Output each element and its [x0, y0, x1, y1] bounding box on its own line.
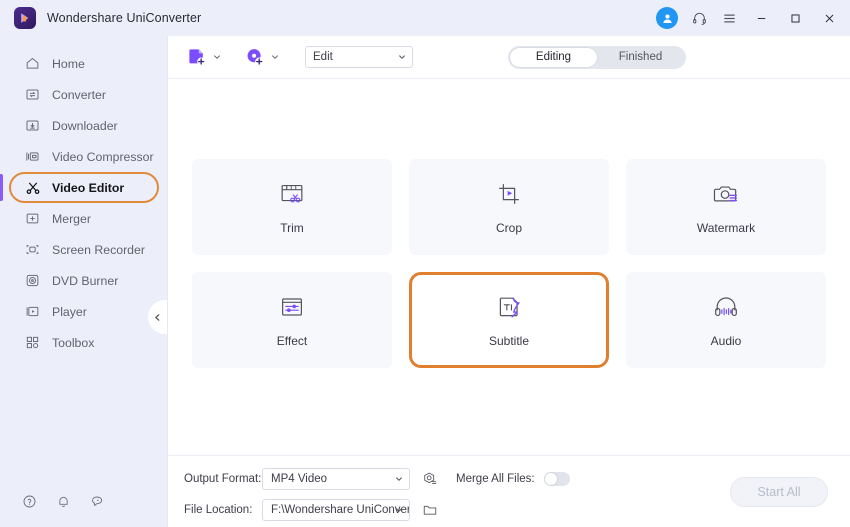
tool-card-crop[interactable]: Crop — [409, 159, 609, 255]
folder-icon[interactable] — [418, 499, 442, 521]
tool-card-grid: Trim Crop — [192, 159, 826, 368]
subtitle-icon — [493, 291, 525, 323]
editing-finished-toggle: Editing Finished — [508, 46, 686, 69]
sidebar-item-label: Merger — [52, 212, 91, 226]
mode-select-value: Edit — [313, 51, 333, 63]
add-from-device-button[interactable] — [242, 44, 282, 70]
tool-card-trim[interactable]: Trim — [192, 159, 392, 255]
audio-icon — [710, 291, 742, 323]
editor-toolbar: Edit Editing Finished — [168, 36, 850, 79]
help-icon[interactable] — [22, 494, 37, 514]
video-compressor-icon — [24, 148, 41, 165]
active-indicator-bar — [0, 174, 3, 201]
converter-icon — [24, 86, 41, 103]
tool-card-audio[interactable]: Audio — [626, 272, 826, 368]
sidebar-item-label: Toolbox — [52, 336, 94, 350]
chevron-down-icon — [395, 506, 403, 514]
sidebar: Home Converter — [0, 36, 167, 527]
account-avatar-icon[interactable] — [654, 0, 684, 36]
add-from-device-icon — [242, 44, 268, 70]
tab-editing[interactable]: Editing — [510, 48, 597, 67]
chevron-down-icon[interactable] — [268, 47, 282, 67]
tool-card-label: Audio — [711, 334, 742, 348]
notification-bell-icon[interactable] — [56, 494, 71, 514]
watermark-icon — [710, 178, 742, 210]
chevron-down-icon[interactable] — [210, 47, 224, 67]
sidebar-nav: Home Converter — [0, 48, 167, 358]
screen-recorder-icon — [24, 241, 41, 258]
player-icon — [24, 303, 41, 320]
sidebar-item-label: DVD Burner — [52, 274, 118, 288]
window-controls — [654, 0, 850, 36]
file-location-value: F:\Wondershare UniConverter — [271, 504, 410, 516]
sidebar-footer — [0, 481, 167, 527]
main-content: Edit Editing Finished — [167, 36, 850, 527]
feedback-icon[interactable] — [90, 494, 105, 514]
sidebar-item-label: Video Compressor — [52, 150, 154, 164]
tool-card-label: Subtitle — [489, 334, 529, 348]
close-icon[interactable] — [812, 0, 846, 36]
sidebar-item-label: Home — [52, 57, 85, 71]
toggle-knob — [545, 473, 557, 485]
tool-card-label: Crop — [496, 221, 522, 235]
tool-card-label: Watermark — [697, 221, 755, 235]
scissors-icon — [24, 179, 41, 196]
chevron-down-icon — [395, 475, 403, 483]
add-file-icon — [184, 44, 210, 70]
output-format-value: MP4 Video — [271, 473, 327, 485]
app-logo-icon — [14, 7, 36, 29]
sidebar-item-merger[interactable]: Merger — [0, 203, 167, 234]
add-files-button[interactable] — [184, 44, 224, 70]
maximize-icon[interactable] — [778, 0, 812, 36]
format-settings-icon[interactable] — [418, 468, 442, 490]
start-all-button[interactable]: Start All — [730, 477, 828, 507]
sidebar-item-home[interactable]: Home — [0, 48, 167, 79]
mode-select[interactable]: Edit — [305, 46, 413, 68]
sidebar-item-player[interactable]: Player — [0, 296, 167, 327]
sidebar-item-label: Video Editor — [52, 181, 124, 195]
sidebar-item-label: Downloader — [52, 119, 118, 133]
uniconverter-window: Wondershare UniConverter — [0, 0, 850, 527]
sidebar-item-converter[interactable]: Converter — [0, 79, 167, 110]
sidebar-item-downloader[interactable]: Downloader — [0, 110, 167, 141]
dvd-burner-icon — [24, 272, 41, 289]
tool-card-label: Effect — [277, 334, 307, 348]
home-icon — [24, 55, 41, 72]
output-format-label: Output Format: — [184, 473, 262, 485]
sidebar-item-label: Converter — [52, 88, 106, 102]
tool-card-area: Trim Crop — [168, 79, 850, 455]
merge-all-files-label: Merge All Files: — [456, 473, 535, 485]
effect-icon — [276, 291, 308, 323]
output-format-select[interactable]: MP4 Video — [262, 468, 410, 490]
trim-icon — [276, 178, 308, 210]
chevron-down-icon — [398, 53, 406, 61]
file-location-label: File Location: — [184, 504, 262, 516]
file-location-select[interactable]: F:\Wondershare UniConverter — [262, 499, 410, 521]
window-body: Home Converter — [0, 36, 850, 527]
merger-icon — [24, 210, 41, 227]
sidebar-item-video-editor[interactable]: Video Editor — [0, 172, 167, 203]
sidebar-item-toolbox[interactable]: Toolbox — [0, 327, 167, 358]
tab-finished[interactable]: Finished — [597, 48, 684, 67]
hamburger-menu-icon[interactable] — [714, 0, 744, 36]
sidebar-item-video-compressor[interactable]: Video Compressor — [0, 141, 167, 172]
sidebar-item-label: Screen Recorder — [52, 243, 145, 257]
headset-icon[interactable] — [684, 0, 714, 36]
sidebar-item-label: Player — [52, 305, 87, 319]
toolbox-icon — [24, 334, 41, 351]
tool-card-effect[interactable]: Effect — [192, 272, 392, 368]
sidebar-item-screen-recorder[interactable]: Screen Recorder — [0, 234, 167, 265]
app-title: Wondershare UniConverter — [47, 11, 201, 25]
minimize-icon[interactable] — [744, 0, 778, 36]
tool-card-label: Trim — [280, 221, 304, 235]
tool-card-watermark[interactable]: Watermark — [626, 159, 826, 255]
tool-card-subtitle[interactable]: Subtitle — [409, 272, 609, 368]
crop-icon — [493, 178, 525, 210]
merge-all-files-toggle[interactable] — [544, 472, 570, 486]
output-settings-bar: Output Format: MP4 Video — [168, 455, 850, 527]
downloader-icon — [24, 117, 41, 134]
title-bar: Wondershare UniConverter — [0, 0, 850, 36]
sidebar-item-dvd-burner[interactable]: DVD Burner — [0, 265, 167, 296]
